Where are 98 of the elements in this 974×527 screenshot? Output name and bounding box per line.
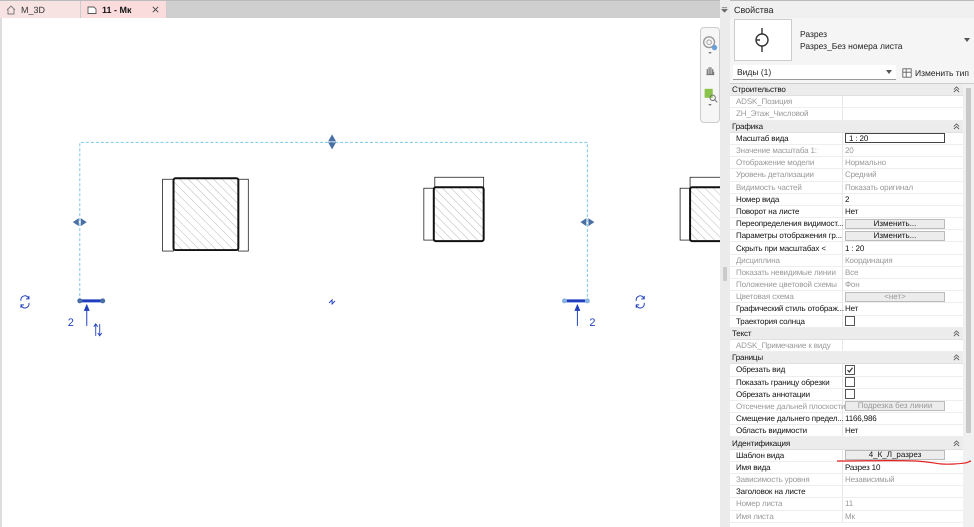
property-label: Шаблон вида	[730, 450, 843, 461]
property-label: Параметры отображения гр...	[730, 230, 843, 242]
group-header[interactable]: Графика	[730, 120, 963, 133]
property-label: Номер вида	[730, 194, 843, 205]
property-value: Независимый	[845, 475, 894, 484]
property-value: Нет	[845, 426, 858, 436]
property-label: Смещение дальнего предел...	[730, 413, 843, 424]
property-value: Фон	[845, 280, 860, 290]
property-label: Переопределения видимост...	[730, 218, 843, 230]
collapse-icon[interactable]	[953, 354, 960, 362]
close-icon[interactable]	[151, 5, 160, 14]
scrollbar[interactable]	[963, 84, 974, 527]
property-value: Разрез 10	[845, 462, 880, 472]
property-value: Нет	[845, 206, 858, 216]
property-value: Координация	[845, 256, 893, 265]
view-cube-icon[interactable]	[701, 34, 719, 54]
property-label: Область видимости	[730, 425, 843, 436]
checkbox[interactable]	[845, 316, 855, 326]
panel-title: Свойства	[734, 4, 774, 14]
property-label: Имя вида	[730, 462, 843, 473]
home-icon	[6, 4, 16, 14]
sheet-icon	[87, 4, 97, 14]
table-icon	[902, 68, 912, 78]
property-label: Имя листа	[730, 510, 843, 522]
property-value: 1 : 20	[845, 244, 864, 253]
property-label: Масштаб вида	[730, 132, 843, 144]
type-selector[interactable]: Разрез Разрез_Без номера листа	[730, 18, 974, 62]
edit-type-button[interactable]: Изменить тип	[900, 68, 971, 78]
section-marker[interactable]	[77, 298, 106, 326]
property-label: Видимость частей	[730, 182, 843, 193]
property-value: Средний	[845, 170, 876, 180]
group-header[interactable]: Границы	[730, 352, 963, 364]
property-label: Показать границу обрезки	[730, 376, 843, 388]
view-tab[interactable]: 11 - Мк	[81, 1, 167, 18]
value-button[interactable]: Изменить...	[845, 218, 945, 229]
rotate-icon[interactable]	[20, 295, 30, 309]
property-label: Зависимость уровня	[730, 474, 843, 486]
column-section-drawing	[423, 176, 485, 242]
collapse-icon[interactable]	[953, 86, 960, 94]
property-label: Обрезать вид	[730, 364, 843, 376]
property-value: Нормально	[845, 158, 886, 168]
property-value: Мк	[845, 512, 855, 521]
checkbox[interactable]	[845, 389, 855, 400]
collapse-icon[interactable]	[953, 330, 960, 337]
flip-icon[interactable]	[93, 323, 102, 337]
value-button[interactable]: 4_К_Л_разрез	[845, 450, 945, 460]
property-label: Номер листа	[730, 498, 843, 510]
property-label: Уровень детализации	[730, 169, 843, 180]
property-value: Нет	[845, 304, 858, 314]
tab-list-icon[interactable]	[721, 6, 728, 13]
property-value: 11	[845, 499, 854, 508]
group-header[interactable]: Идентификация	[730, 437, 963, 450]
property-label: Заголовок на листе	[730, 486, 843, 498]
rotate-icon[interactable]	[636, 295, 645, 309]
splitter-handle-icon[interactable]	[723, 266, 727, 280]
value-button[interactable]: Изменить...	[845, 230, 945, 241]
group-header[interactable]: Строительство	[730, 84, 963, 96]
property-label: Поворот на листе	[730, 206, 843, 218]
drag-handle-icon[interactable]	[580, 218, 594, 226]
type-name: Разрез	[800, 29, 828, 39]
collapse-icon[interactable]	[953, 122, 960, 130]
property-label: Скрыть при масштабах <	[730, 242, 843, 254]
property-value: Все	[845, 268, 858, 277]
section-type-icon	[734, 19, 792, 61]
checkbox[interactable]	[845, 377, 855, 388]
checkbox[interactable]	[845, 364, 855, 375]
group-header[interactable]: Текст	[730, 328, 963, 340]
column-section-drawing	[680, 176, 720, 242]
view-tab[interactable]: M_3D	[0, 1, 81, 18]
scale-field[interactable]: 1 : 20	[845, 133, 945, 144]
property-value: 1166,986	[845, 414, 877, 424]
property-label: Значение масштаба 1:	[730, 144, 843, 156]
view-filter-dropdown[interactable]: Виды (1)	[733, 65, 896, 80]
section-marker[interactable]	[562, 298, 590, 326]
drag-handle-icon[interactable]	[328, 134, 336, 150]
property-value: 2	[845, 194, 850, 204]
property-label: ADSK_Позиция	[730, 96, 843, 108]
property-label: Показать невидимые линии	[730, 266, 843, 278]
property-label: Положение цветовой схемы	[730, 279, 843, 290]
section-label: 2	[589, 316, 596, 329]
dropdown-arrow-icon	[886, 70, 892, 74]
property-label: Отсечение дальней плоскости	[730, 400, 843, 412]
property-value: 20	[845, 146, 854, 156]
property-label: Графический стиль отображ...	[730, 303, 843, 315]
property-value: Показать оригинал	[845, 182, 913, 192]
section-label: 2	[68, 316, 74, 329]
property-label: Обрезать аннотации	[730, 388, 843, 400]
property-label: Отображение модели	[730, 157, 843, 168]
property-label: Траектория солнца	[730, 316, 843, 327]
drag-handle-icon[interactable]	[72, 218, 87, 226]
property-label: ZH_Этаж_Числовой	[730, 108, 843, 120]
property-label: Цветовая схема	[730, 291, 843, 302]
type-subname: Разрез_Без номера листа	[800, 41, 902, 51]
dropdown-arrow-icon	[964, 38, 970, 42]
property-label: ADSK_Примечание к виду	[730, 340, 843, 352]
property-label: Дисциплина	[730, 254, 843, 266]
collapse-icon[interactable]	[953, 440, 960, 447]
segment-break-icon[interactable]	[328, 298, 336, 306]
